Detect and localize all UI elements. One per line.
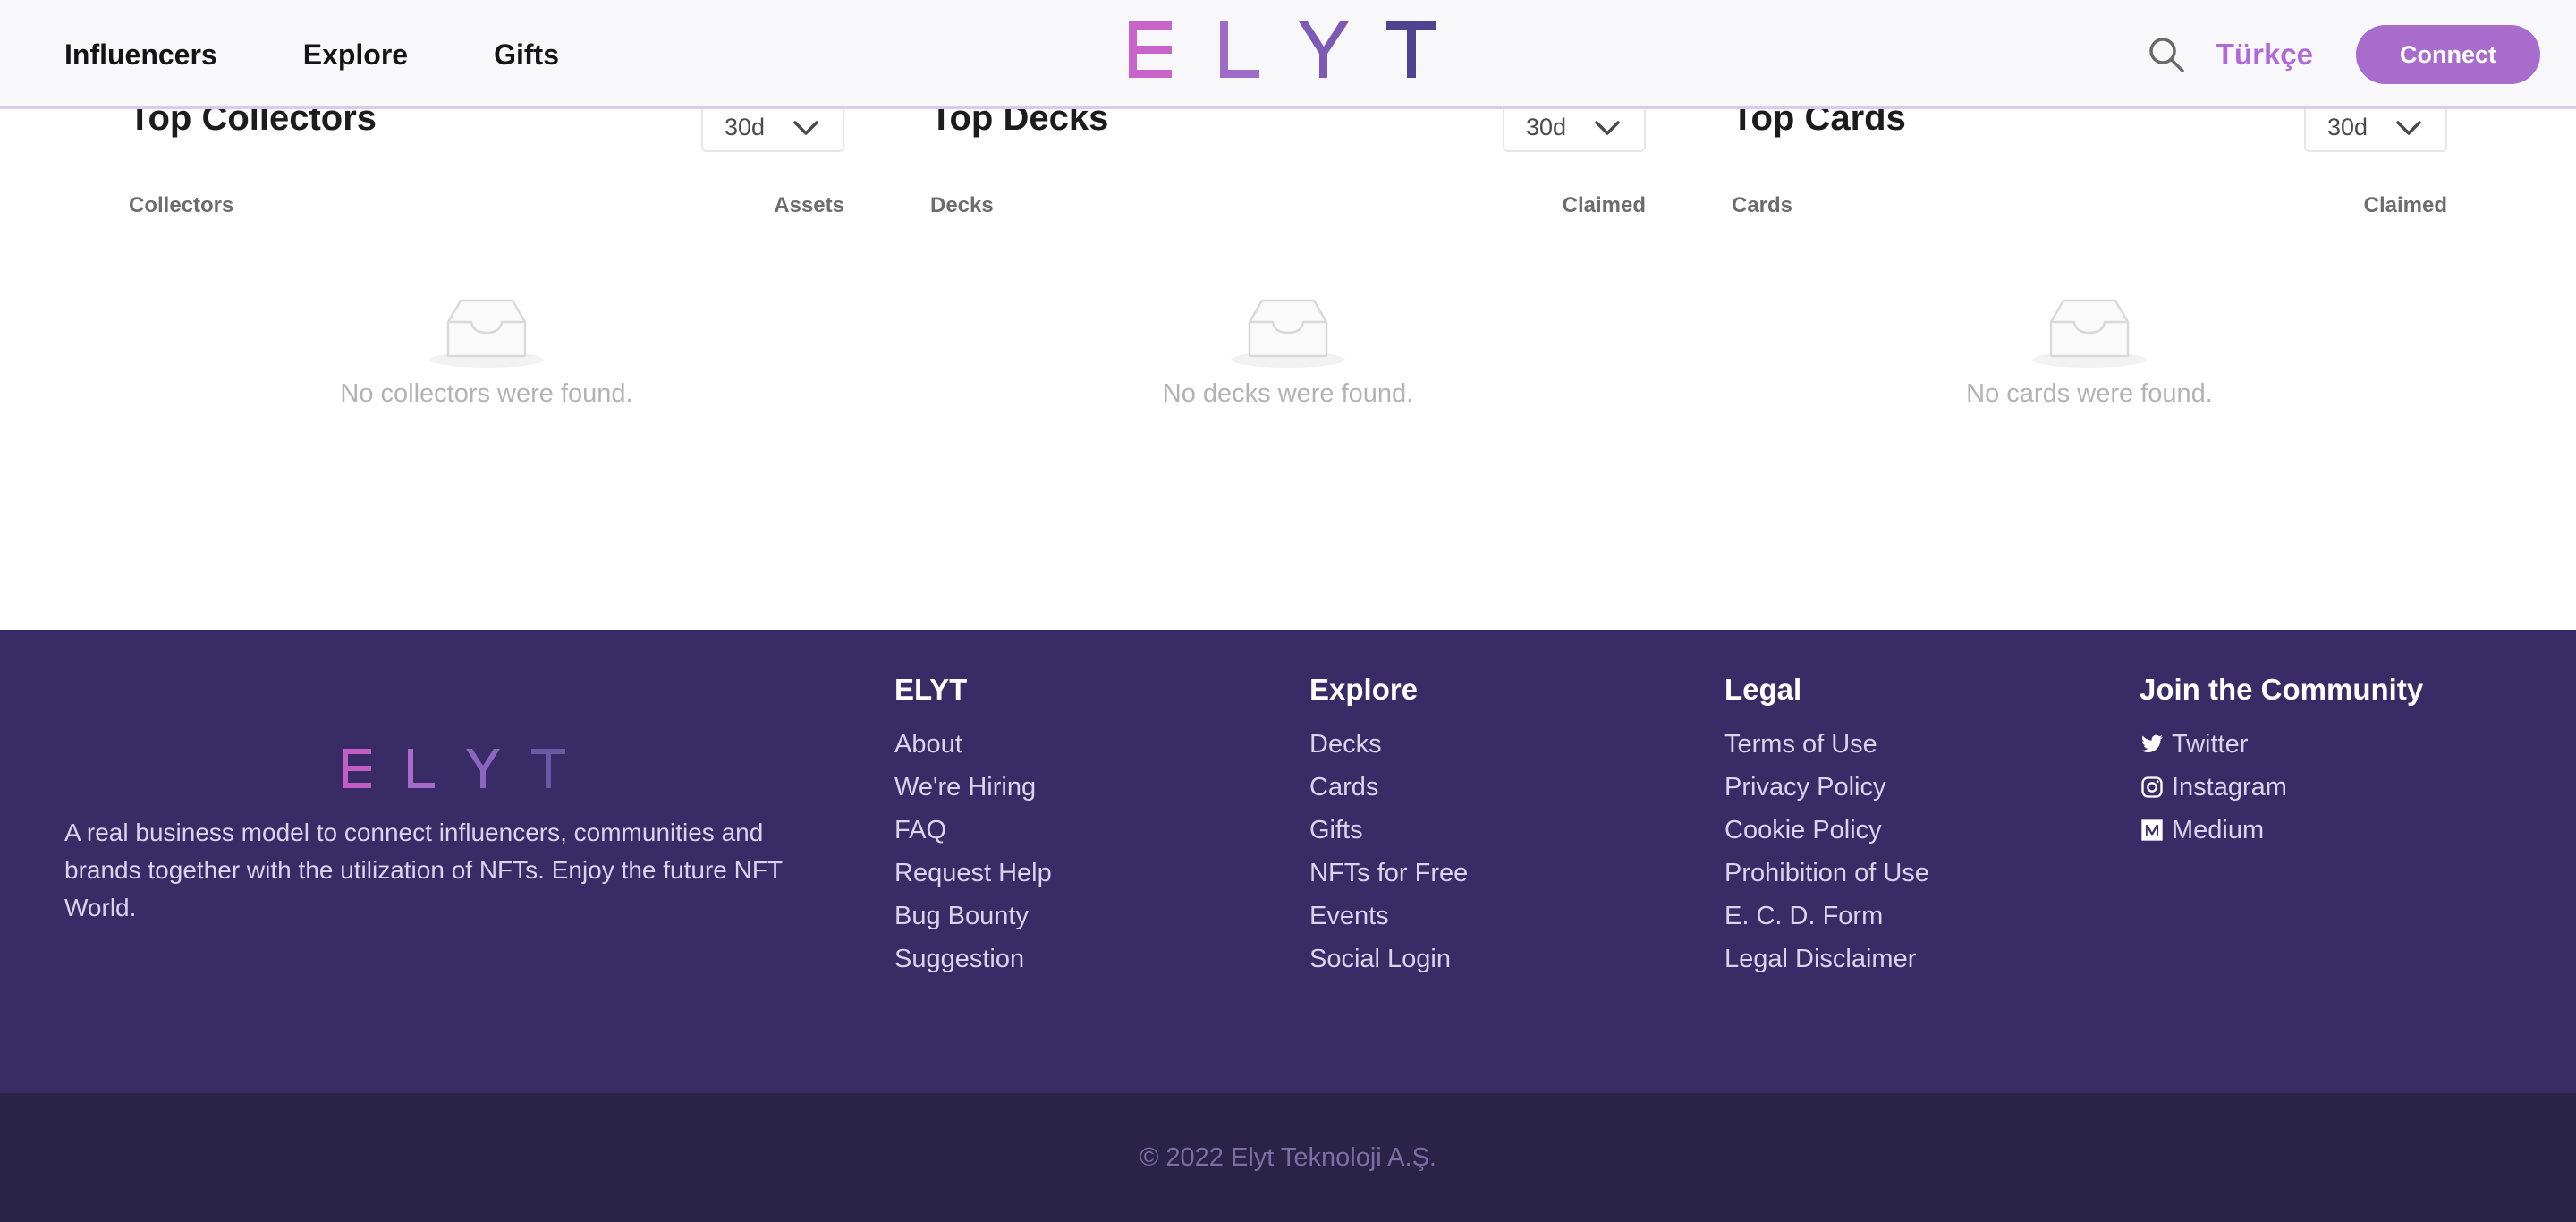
period-value: 30d xyxy=(1526,113,1567,140)
footer-link-cookie[interactable]: Cookie Policy xyxy=(1724,809,1929,852)
empty-state: No cards were found. xyxy=(1732,297,2447,409)
medium-icon xyxy=(2141,819,2163,841)
footer-column-elyt: ELYT About We're Hiring FAQ Request Help… xyxy=(894,673,1052,980)
footer-link-cards[interactable]: Cards xyxy=(1309,766,1468,809)
footer-description: A real business model to connect influen… xyxy=(64,819,783,921)
instagram-icon xyxy=(2141,776,2163,798)
copyright-bar: © 2022 Elyt Teknoloji A.Ş. xyxy=(0,1093,2576,1222)
footer-link-decks[interactable]: Decks xyxy=(1309,723,1468,766)
footer-link-prohibition[interactable]: Prohibition of Use xyxy=(1724,852,1929,895)
footer-elyt-logo[interactable] xyxy=(343,748,566,789)
footer-link-privacy[interactable]: Privacy Policy xyxy=(1724,766,1929,809)
footer-link-about[interactable]: About xyxy=(894,723,1052,766)
nav-gifts-link[interactable]: Gifts xyxy=(494,38,559,72)
top-navbar: Influencers Explore Gifts Türkçe Connect xyxy=(0,0,2576,109)
footer-column-community: Join the Community Twitter Instagram Med… xyxy=(2140,673,2423,852)
footer-link-bug-bounty[interactable]: Bug Bounty xyxy=(894,895,1052,938)
twitter-icon xyxy=(2141,734,2163,752)
footer-link-nfts-free[interactable]: NFTs for Free xyxy=(1309,852,1468,895)
period-value: 30d xyxy=(2327,113,2368,140)
empty-message: No cards were found. xyxy=(1966,379,2213,408)
period-value: 30d xyxy=(724,113,766,140)
footer-link-request-help[interactable]: Request Help xyxy=(894,852,1052,895)
footer-link-suggestion[interactable]: Suggestion xyxy=(894,938,1052,980)
footer-column-title: Legal xyxy=(1724,673,1802,706)
column-header: Assets xyxy=(774,193,844,217)
footer-link-twitter[interactable]: Twitter xyxy=(2140,723,2423,766)
column-header: Claimed xyxy=(2363,193,2447,217)
period-select[interactable]: 30d xyxy=(1503,102,1646,152)
elyt-logo[interactable] xyxy=(1127,20,1449,79)
period-select[interactable]: 30d xyxy=(701,102,844,152)
empty-state: No decks were found. xyxy=(930,297,1646,409)
footer-link-faq[interactable]: FAQ xyxy=(894,809,1052,852)
search-icon[interactable] xyxy=(2147,35,2186,74)
footer-link-hiring[interactable]: We're Hiring xyxy=(894,766,1052,809)
footer-link-ecd-form[interactable]: E. C. D. Form xyxy=(1724,895,1929,938)
footer-link-disclaimer[interactable]: Legal Disclaimer xyxy=(1724,938,1929,980)
column-header: Decks xyxy=(930,193,994,217)
nav-explore-link[interactable]: Explore xyxy=(303,38,408,72)
footer-column-explore: Explore Decks Cards Gifts NFTs for Free … xyxy=(1309,673,1468,980)
footer-link-gifts[interactable]: Gifts xyxy=(1309,809,1468,852)
empty-message: No collectors were found. xyxy=(340,379,633,408)
empty-state: No collectors were found. xyxy=(129,297,844,409)
column-header: Claimed xyxy=(1562,193,1646,217)
chevron-down-icon xyxy=(1595,121,1620,135)
chevron-down-icon xyxy=(2396,121,2421,135)
footer-link-social-login[interactable]: Social Login xyxy=(1309,938,1468,980)
nav-influencers-link[interactable]: Influencers xyxy=(64,38,217,72)
copyright-text: © 2022 Elyt Teknoloji A.Ş. xyxy=(1140,1142,1436,1172)
empty-message: No decks were found. xyxy=(1162,379,1414,408)
footer-column-title: Explore xyxy=(1309,673,1419,706)
footer-link-medium[interactable]: Medium xyxy=(2140,809,2423,852)
header-actions: Türkçe Connect xyxy=(2147,0,2540,109)
footer-column-title: ELYT xyxy=(894,673,968,706)
footer-link-label: Instagram xyxy=(2172,773,2287,802)
empty-inbox-icon xyxy=(2032,299,2147,368)
footer-link-label: Medium xyxy=(2172,816,2265,844)
chevron-down-icon xyxy=(793,121,818,135)
footer-link-terms[interactable]: Terms of Use xyxy=(1724,723,1929,766)
empty-inbox-icon xyxy=(429,299,544,368)
footer-column-title: Join the Community xyxy=(2140,673,2424,706)
main-nav: Influencers Explore Gifts xyxy=(64,0,559,109)
column-header: Cards xyxy=(1732,193,1793,217)
footer: A real business model to connect influen… xyxy=(0,630,2576,1093)
language-switch[interactable]: Türkçe xyxy=(2216,38,2313,72)
footer-link-label: Twitter xyxy=(2172,730,2249,759)
period-select[interactable]: 30d xyxy=(2304,102,2447,152)
empty-inbox-icon xyxy=(1231,299,1345,368)
column-header: Collectors xyxy=(129,193,234,217)
footer-link-events[interactable]: Events xyxy=(1309,895,1468,938)
footer-link-instagram[interactable]: Instagram xyxy=(2140,766,2423,809)
footer-column-legal: Legal Terms of Use Privacy Policy Cookie… xyxy=(1724,673,1929,980)
connect-button[interactable]: Connect xyxy=(2356,25,2540,84)
